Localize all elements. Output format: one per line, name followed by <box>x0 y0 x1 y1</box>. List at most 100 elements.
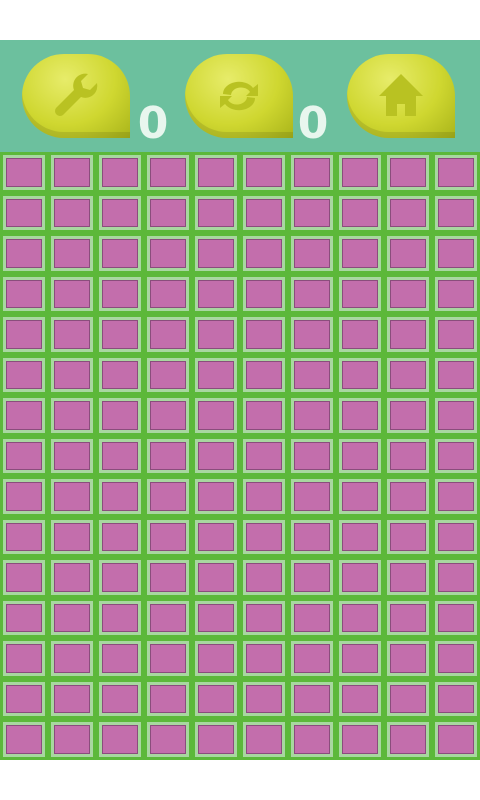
board-tile[interactable] <box>339 438 381 473</box>
board-tile[interactable] <box>195 236 237 271</box>
board-tile[interactable] <box>147 398 189 433</box>
board-tile[interactable] <box>147 155 189 190</box>
board-tile[interactable] <box>147 519 189 554</box>
board-tile[interactable] <box>435 155 477 190</box>
board-tile[interactable] <box>3 155 45 190</box>
board-tile[interactable] <box>3 276 45 311</box>
board-tile[interactable] <box>3 600 45 635</box>
board-tile[interactable] <box>339 479 381 514</box>
board-tile[interactable] <box>387 519 429 554</box>
board-tile[interactable] <box>51 398 93 433</box>
board-tile[interactable] <box>387 560 429 595</box>
board-tile[interactable] <box>435 438 477 473</box>
board-tile[interactable] <box>3 438 45 473</box>
board-tile[interactable] <box>195 155 237 190</box>
board-tile[interactable] <box>51 519 93 554</box>
board-tile[interactable] <box>51 357 93 392</box>
home-button[interactable] <box>347 54 455 138</box>
board-tile[interactable] <box>147 357 189 392</box>
board-tile[interactable] <box>291 438 333 473</box>
board-tile[interactable] <box>435 600 477 635</box>
board-tile[interactable] <box>51 317 93 352</box>
board-tile[interactable] <box>195 722 237 757</box>
board-tile[interactable] <box>243 600 285 635</box>
board-tile[interactable] <box>3 195 45 230</box>
board-tile[interactable] <box>51 438 93 473</box>
board-tile[interactable] <box>99 276 141 311</box>
board-tile[interactable] <box>387 438 429 473</box>
board-tile[interactable] <box>339 276 381 311</box>
board-tile[interactable] <box>51 560 93 595</box>
board-tile[interactable] <box>435 236 477 271</box>
board-tile[interactable] <box>387 155 429 190</box>
board-tile[interactable] <box>243 438 285 473</box>
board-tile[interactable] <box>291 479 333 514</box>
board-tile[interactable] <box>147 560 189 595</box>
board-tile[interactable] <box>195 317 237 352</box>
board-tile[interactable] <box>435 641 477 676</box>
board-tile[interactable] <box>51 641 93 676</box>
board-tile[interactable] <box>99 357 141 392</box>
board-tile[interactable] <box>147 276 189 311</box>
board-tile[interactable] <box>435 398 477 433</box>
board-tile[interactable] <box>387 641 429 676</box>
board-tile[interactable] <box>243 276 285 311</box>
board-tile[interactable] <box>3 357 45 392</box>
board-tile[interactable] <box>3 560 45 595</box>
board-tile[interactable] <box>147 317 189 352</box>
board-tile[interactable] <box>3 722 45 757</box>
board-tile[interactable] <box>3 398 45 433</box>
board-tile[interactable] <box>243 195 285 230</box>
restart-button[interactable] <box>185 54 293 138</box>
board-tile[interactable] <box>99 722 141 757</box>
board-tile[interactable] <box>291 276 333 311</box>
board-tile[interactable] <box>387 195 429 230</box>
board-tile[interactable] <box>99 317 141 352</box>
board-tile[interactable] <box>339 681 381 716</box>
board-tile[interactable] <box>339 560 381 595</box>
board-tile[interactable] <box>147 195 189 230</box>
board-tile[interactable] <box>435 357 477 392</box>
board-tile[interactable] <box>339 519 381 554</box>
board-tile[interactable] <box>51 195 93 230</box>
board-tile[interactable] <box>99 600 141 635</box>
board-tile[interactable] <box>435 519 477 554</box>
board-tile[interactable] <box>435 479 477 514</box>
board-tile[interactable] <box>243 519 285 554</box>
board-tile[interactable] <box>291 722 333 757</box>
board-tile[interactable] <box>387 236 429 271</box>
board-tile[interactable] <box>387 722 429 757</box>
board-tile[interactable] <box>435 276 477 311</box>
board-tile[interactable] <box>195 600 237 635</box>
board-tile[interactable] <box>99 560 141 595</box>
board-tile[interactable] <box>243 398 285 433</box>
board-tile[interactable] <box>195 276 237 311</box>
board-tile[interactable] <box>51 276 93 311</box>
board-tile[interactable] <box>195 641 237 676</box>
board-tile[interactable] <box>339 317 381 352</box>
board-tile[interactable] <box>387 276 429 311</box>
board-tile[interactable] <box>195 560 237 595</box>
board-tile[interactable] <box>3 236 45 271</box>
board-tile[interactable] <box>291 236 333 271</box>
board-tile[interactable] <box>3 479 45 514</box>
board-tile[interactable] <box>51 155 93 190</box>
board-tile[interactable] <box>291 155 333 190</box>
board-tile[interactable] <box>243 681 285 716</box>
board-tile[interactable] <box>339 722 381 757</box>
board-tile[interactable] <box>99 398 141 433</box>
board-tile[interactable] <box>435 681 477 716</box>
board-tile[interactable] <box>51 722 93 757</box>
board-tile[interactable] <box>3 317 45 352</box>
board-tile[interactable] <box>339 155 381 190</box>
board-tile[interactable] <box>3 641 45 676</box>
board-tile[interactable] <box>243 722 285 757</box>
board-tile[interactable] <box>291 519 333 554</box>
board-tile[interactable] <box>435 195 477 230</box>
board-tile[interactable] <box>195 398 237 433</box>
board-tile[interactable] <box>99 519 141 554</box>
board-tile[interactable] <box>99 236 141 271</box>
board-tile[interactable] <box>99 681 141 716</box>
board-tile[interactable] <box>147 641 189 676</box>
board-tile[interactable] <box>243 560 285 595</box>
